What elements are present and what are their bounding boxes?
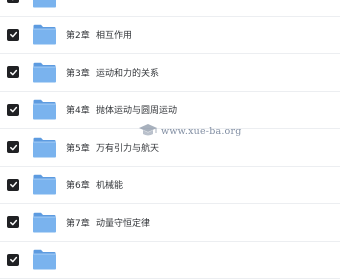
checkmark-icon — [9, 218, 18, 227]
checkmark-icon — [9, 0, 18, 2]
checkbox[interactable] — [7, 254, 19, 266]
checkbox[interactable] — [7, 104, 19, 116]
chapter-number: 第6章 — [66, 178, 92, 191]
chapter-title: 动量守恒定律 — [96, 216, 150, 229]
folder-icon — [32, 249, 57, 270]
checkmark-icon — [9, 105, 18, 114]
list-item[interactable]: 第3章运动和力的关系 — [0, 54, 340, 92]
checkbox[interactable] — [7, 179, 19, 191]
chapter-number: 第4章 — [66, 103, 92, 116]
list-item[interactable]: 第4章抛体运动与圆周运动 — [0, 92, 340, 130]
checkmark-icon — [9, 68, 18, 77]
list-item[interactable]: 第5章万有引力与航天 — [0, 129, 340, 167]
folder-icon — [32, 137, 57, 158]
folder-icon — [32, 174, 57, 195]
chapter-title: 抛体运动与圆周运动 — [96, 103, 177, 116]
chapter-number: 第5章 — [66, 141, 92, 154]
list-item[interactable]: 第7章动量守恒定律 — [0, 204, 340, 242]
folder-icon — [32, 24, 57, 45]
file-list: 第2章相互作用第3章运动和力的关系第4章抛体运动与圆周运动第5章万有引力与航天第… — [0, 0, 340, 279]
list-item[interactable]: 第2章相互作用 — [0, 17, 340, 55]
chapter-title: 机械能 — [96, 178, 123, 191]
checkbox[interactable] — [7, 66, 19, 78]
checkbox[interactable] — [7, 216, 19, 228]
checkmark-icon — [9, 143, 18, 152]
checkmark-icon — [9, 255, 18, 264]
folder-icon — [32, 212, 57, 233]
chapter-number: 第7章 — [66, 216, 92, 229]
chapter-title: 万有引力与航天 — [96, 141, 159, 154]
checkbox[interactable] — [7, 0, 19, 3]
folder-icon — [32, 62, 57, 83]
list-item[interactable]: 第6章机械能 — [0, 167, 340, 205]
chapter-title: 运动和力的关系 — [96, 66, 159, 79]
chapter-number: 第3章 — [66, 66, 92, 79]
folder-icon — [32, 99, 57, 120]
folder-icon — [32, 0, 57, 8]
list-item[interactable] — [0, 242, 340, 279]
checkmark-icon — [9, 180, 18, 189]
checkbox[interactable] — [7, 141, 19, 153]
list-item[interactable] — [0, 0, 340, 17]
chapter-title: 相互作用 — [96, 28, 132, 41]
checkmark-icon — [9, 30, 18, 39]
checkbox[interactable] — [7, 29, 19, 41]
chapter-number: 第2章 — [66, 28, 92, 41]
